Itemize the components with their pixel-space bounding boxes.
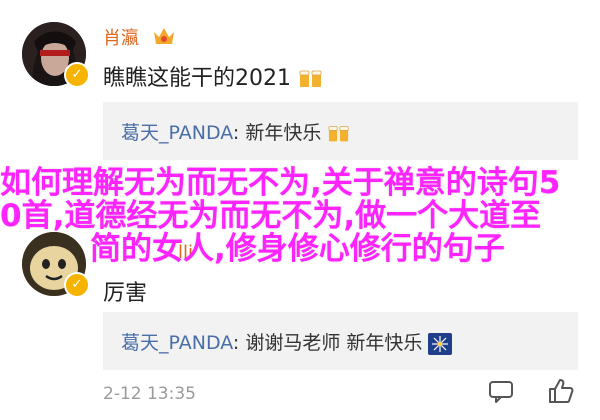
thumbs-up-icon[interactable]	[546, 376, 576, 406]
reply-box[interactable]: 葛天_PANDA: 新年快乐	[103, 102, 578, 160]
comment-text: 厉害	[103, 281, 148, 306]
verified-v-badge-icon: ✓	[64, 272, 90, 298]
comment-bubble-icon[interactable]	[486, 376, 516, 406]
overlay-caption-line-3: 简的女人,修身修心修行的句子	[90, 231, 505, 267]
overlay-caption-line-1: 如何理解无为而无不为,关于禅意的诗句5	[0, 165, 561, 201]
beer-cheers-icon	[299, 70, 322, 87]
reply-username[interactable]: 葛天_PANDA	[121, 122, 233, 144]
reply-text: 谢谢马老师 新年快乐	[245, 332, 423, 354]
overlay-caption-line-2: 0首,道德经无为而无不为,做一个大道至	[0, 198, 542, 234]
reply-username[interactable]: 葛天_PANDA	[121, 332, 233, 354]
user-avatar[interactable]: ✓	[22, 22, 90, 88]
reply-line: 葛天_PANDA: 谢谢马老师 新年快乐	[121, 328, 453, 355]
comment-timestamp: 2-12 13:35	[103, 384, 196, 404]
reply-text: 新年快乐	[245, 122, 322, 144]
beer-cheers-icon	[328, 125, 349, 141]
verified-v-badge-icon: ✓	[64, 62, 90, 88]
comment-text: 瞧瞧这能干的2021	[103, 60, 324, 92]
reply-separator: :	[232, 122, 246, 144]
comment-username[interactable]: 肖瀛	[103, 24, 139, 50]
comment-text-body: 瞧瞧这能干的2021	[103, 66, 291, 91]
reply-separator: :	[232, 332, 246, 354]
vip-crown-badge-icon	[154, 28, 174, 44]
firework-sparkle-icon	[428, 332, 453, 355]
reply-box[interactable]: 葛天_PANDA: 谢谢马老师 新年快乐	[103, 312, 578, 370]
reply-line: 葛天_PANDA: 新年快乐	[121, 118, 351, 145]
